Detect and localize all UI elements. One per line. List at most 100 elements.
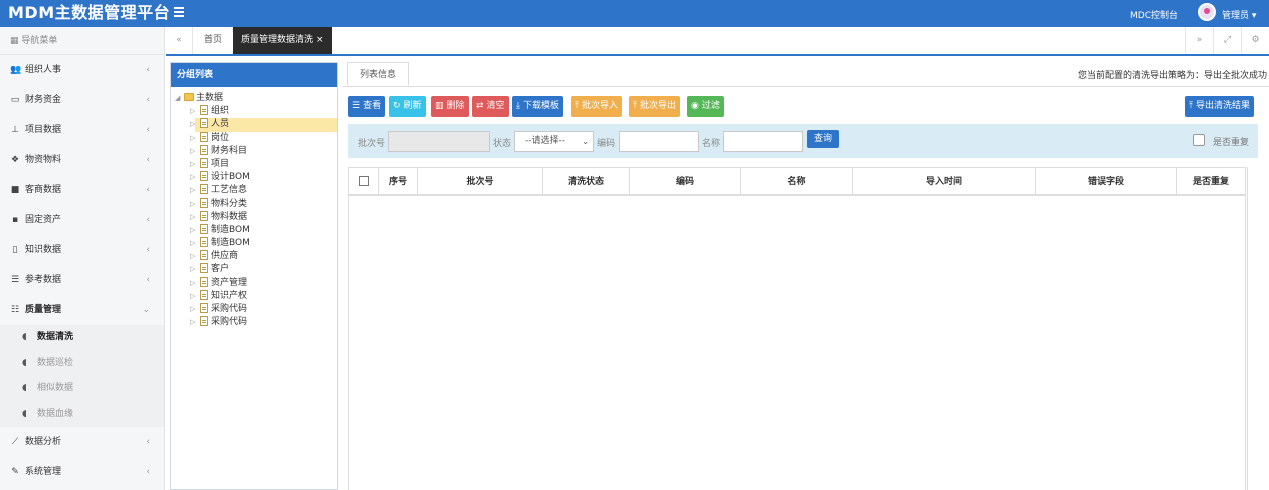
col-name[interactable]: 名称: [741, 168, 853, 196]
delete-button[interactable]: ▥ 删除: [431, 96, 469, 117]
sidebar-subitem-lineage[interactable]: ◖ 数据血缘: [0, 402, 164, 428]
sidebar-subitem-inspection[interactable]: ◖ 数据巡检: [0, 351, 164, 377]
tree-node[interactable]: ▷ 供应商: [171, 250, 337, 263]
menu-toggle-icon[interactable]: [174, 7, 184, 17]
sidebar-item-hr[interactable]: 👥 组织人事 ‹: [0, 55, 164, 85]
user-menu[interactable]: 管理员 ▾: [1222, 8, 1256, 21]
card-icon: ▭: [10, 95, 20, 105]
expand-icon[interactable]: ▷: [190, 132, 198, 145]
tree-node-root[interactable]: ◢ 主数据: [171, 92, 337, 105]
sidebar-item-assets[interactable]: ▪ 固定资产 ‹: [0, 205, 164, 235]
expand-icon[interactable]: ▷: [190, 303, 198, 316]
col-error-field[interactable]: 错误字段: [1036, 168, 1177, 196]
col-duplicate[interactable]: 是否重复: [1177, 168, 1245, 196]
expand-icon[interactable]: ▷: [190, 171, 198, 184]
sidebar-item-system[interactable]: ✎ 系统管理 ‹: [0, 457, 164, 487]
col-import-time[interactable]: 导入时间: [853, 168, 1036, 196]
tree-node[interactable]: ▷ 设计BOM: [171, 171, 337, 184]
tree-node[interactable]: ▷ 物料数据: [171, 210, 337, 224]
expand-icon[interactable]: ▷: [190, 145, 198, 158]
document-icon: [200, 171, 208, 182]
query-button[interactable]: 查询: [807, 130, 840, 148]
tree-node[interactable]: ▷ 客户: [171, 263, 337, 276]
quality-icon: ☷: [10, 305, 20, 315]
expand-icon[interactable]: ▷: [190, 277, 198, 290]
scroll-right-icon[interactable]: »: [1185, 27, 1213, 54]
expand-icon[interactable]: ▷: [190, 224, 198, 237]
col-code[interactable]: 编码: [630, 168, 741, 196]
col-status[interactable]: 清洗状态: [543, 168, 630, 196]
sidebar-item-quality[interactable]: ☷ 质量管理 ⌄: [0, 295, 164, 325]
tree-node[interactable]: ▷ 资产管理: [171, 276, 337, 290]
tree-node[interactable]: ▷ 工艺信息: [171, 184, 337, 197]
tree-node[interactable]: ▷ 财务科目: [171, 144, 337, 158]
tree-node[interactable]: ▷ 岗位: [171, 131, 337, 145]
download-template-button[interactable]: ⤓ 下载模板: [512, 96, 563, 117]
sidebar-item-finance[interactable]: ▭ 财务资金 ‹: [0, 85, 164, 115]
fullscreen-icon[interactable]: ⤢: [1213, 27, 1241, 54]
filter-button[interactable]: ◉ 过滤: [687, 96, 724, 117]
close-icon[interactable]: ×: [316, 35, 324, 45]
sidebar-item-project[interactable]: ⊥ 项目数据 ‹: [0, 115, 164, 145]
table-scrollbar[interactable]: [1247, 167, 1259, 490]
expand-icon[interactable]: ▷: [190, 263, 198, 276]
expand-icon[interactable]: ▷: [190, 105, 198, 118]
batch-input[interactable]: [388, 131, 490, 152]
tree-node[interactable]: ▷ 采购代码: [171, 303, 337, 316]
tree-node[interactable]: ▷ 物料分类: [171, 197, 337, 211]
document-icon: [200, 210, 208, 221]
sidebar-subitem-similar[interactable]: ◖ 相似数据: [0, 376, 164, 402]
refresh-icon: ↻: [393, 101, 401, 111]
name-input[interactable]: [723, 131, 803, 152]
duplicate-checkbox[interactable]: [1193, 134, 1205, 146]
clear-button[interactable]: ⇄ 清空: [472, 96, 509, 117]
tree-node[interactable]: ▷ 人员: [171, 118, 337, 132]
expand-icon[interactable]: ▷: [190, 158, 198, 171]
tab-home[interactable]: 首页: [196, 27, 230, 54]
export-cleaning-result-button[interactable]: ⤒ 导出清洗结果: [1185, 96, 1254, 117]
tab-data-cleaning[interactable]: 质量管理数据清洗 ×: [233, 27, 332, 54]
code-input[interactable]: [619, 131, 699, 152]
sidebar-item-analysis[interactable]: ⟋ 数据分析 ‹: [0, 427, 164, 457]
sidebar-subitem-cleaning[interactable]: ◖ 数据清洗: [0, 325, 164, 351]
expand-icon[interactable]: ▷: [190, 118, 198, 131]
expand-icon[interactable]: ▷: [190, 290, 198, 303]
tree-node[interactable]: ▷ 采购代码: [171, 316, 337, 329]
tree-node[interactable]: ▷ 制造BOM: [171, 237, 337, 250]
col-index[interactable]: 序号: [379, 168, 418, 196]
expand-icon[interactable]: ▷: [190, 250, 198, 263]
expand-icon[interactable]: ▷: [190, 237, 198, 250]
sitemap-icon: ⊥: [11, 125, 19, 135]
batch-export-button[interactable]: ⤒ 批次导出: [629, 96, 680, 117]
expand-icon[interactable]: ▷: [190, 198, 198, 211]
col-batch[interactable]: 批次号: [418, 168, 543, 196]
document-icon: [200, 223, 208, 234]
avatar[interactable]: [1198, 3, 1216, 21]
tree-node[interactable]: ▷ 知识产权: [171, 289, 337, 303]
sidebar-item-partners[interactable]: ■ 客商数据 ‹: [0, 175, 164, 205]
expand-icon[interactable]: ▷: [190, 316, 198, 329]
tree-node-label: 财务科目: [211, 145, 248, 156]
scroll-left-icon[interactable]: «: [166, 27, 193, 54]
tree-node[interactable]: ▷ 制造BOM: [171, 223, 337, 237]
sidebar-item-reference[interactable]: ☰ 参考数据 ‹: [0, 265, 164, 295]
view-button[interactable]: ☰ 查看: [348, 96, 386, 117]
sidebar-item-knowledge[interactable]: ▯ 知识数据 ‹: [0, 235, 164, 265]
chevron-left-icon: ‹: [146, 95, 150, 105]
tab-list-info[interactable]: 列表信息: [347, 62, 410, 86]
sidebar-item-materials[interactable]: ❖ 物资物料 ‹: [0, 145, 164, 175]
tree-node[interactable]: ▷ 项目: [171, 157, 337, 171]
expand-icon[interactable]: ▷: [190, 184, 198, 197]
gear-icon[interactable]: ⚙: [1241, 27, 1269, 54]
collapse-icon[interactable]: ◢: [175, 92, 183, 105]
users-icon: 👥: [10, 65, 22, 75]
refresh-button[interactable]: ↻ 刷新: [389, 96, 426, 117]
expand-icon[interactable]: ▷: [190, 211, 198, 224]
search-bar: 批次号 状态 --请选择-- ⌄ 编码 名称 查询 是否重复: [348, 124, 1258, 158]
tree-node-label: 组织: [211, 106, 230, 117]
select-all-checkbox[interactable]: [359, 176, 369, 186]
tree-node[interactable]: ▷ 组织: [171, 105, 337, 118]
mdc-console-link[interactable]: MDC控制台: [1130, 8, 1178, 21]
batch-import-button[interactable]: ⤒ 批次导入: [571, 96, 622, 117]
status-select[interactable]: --请选择-- ⌄: [514, 131, 594, 152]
